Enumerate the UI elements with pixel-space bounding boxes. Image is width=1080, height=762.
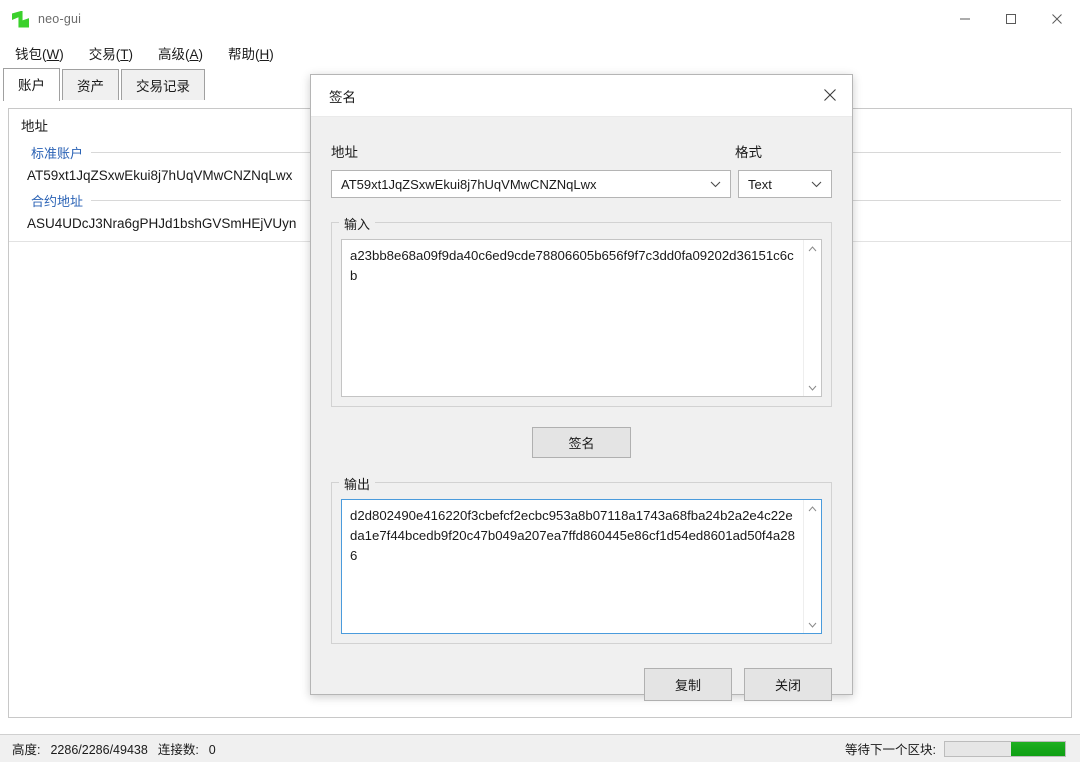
neo-logo-icon [12, 10, 29, 28]
menu-item-advanced-accel: A [189, 47, 199, 62]
menu-item-transaction[interactable]: 交易(T) [79, 40, 143, 66]
close-icon[interactable] [1034, 0, 1080, 38]
close-button[interactable]: 关闭 [744, 668, 832, 701]
chevron-down-icon [811, 175, 822, 193]
scroll-up-icon[interactable] [804, 500, 821, 517]
format-select-value: Text [748, 176, 772, 192]
neo-gui-window: neo-gui 钱包(W) 交易(T) 高级(A) 帮助(H) 账户 资产 交易… [0, 0, 1080, 762]
input-textarea-value: a23bb8e68a09f9da40c6ed9cde78806605b656f9… [350, 248, 794, 283]
status-peers-label: 连接数: [157, 743, 199, 757]
menu-item-wallet[interactable]: 钱包(W) [5, 40, 74, 66]
minimize-icon[interactable] [942, 0, 988, 38]
maximize-icon[interactable] [988, 0, 1034, 38]
dialog-field-row: AT59xt1JqZSxwEkui8j7hUqVMwCNZNqLwx Text [331, 170, 832, 198]
sync-progress-fill [1011, 741, 1065, 756]
output-scrollbar[interactable] [803, 500, 821, 633]
input-group: 输入 a23bb8e68a09f9da40c6ed9cde78806605b65… [331, 214, 832, 407]
sign-button[interactable]: 签名 [532, 427, 631, 458]
menu-item-wallet-text: 钱包 [15, 47, 42, 62]
menu-item-help-accel: H [259, 47, 270, 62]
window-controls [942, 0, 1080, 38]
dialog-body: 地址 格式 AT59xt1JqZSxwEkui8j7hUqVMwCNZNqLwx… [311, 141, 852, 701]
copy-button[interactable]: 复制 [644, 668, 732, 701]
address-select[interactable]: AT59xt1JqZSxwEkui8j7hUqVMwCNZNqLwx [331, 170, 731, 198]
scroll-down-icon[interactable] [804, 379, 821, 396]
tab-accounts[interactable]: 账户 [3, 68, 60, 101]
account-group-contract-label: 合约地址 [31, 194, 84, 209]
status-sync: 等待下一个区块: [845, 739, 1066, 758]
status-height: 高度: 2286/2286/49438 连接数: 0 [12, 739, 216, 758]
format-label: 格式 [735, 145, 762, 160]
status-bar: 高度: 2286/2286/49438 连接数: 0 等待下一个区块: [0, 734, 1080, 762]
scroll-down-icon[interactable] [804, 616, 821, 633]
dialog-close-icon[interactable] [808, 75, 852, 115]
menu-item-advanced-text: 高级 [158, 47, 185, 62]
status-peers-value: 0 [208, 743, 216, 757]
status-sync-label: 等待下一个区块: [845, 743, 936, 757]
dialog-title-bar: 签名 [311, 75, 852, 117]
output-textarea[interactable]: d2d802490e416220f3cbefcf2ecbc953a8b07118… [341, 499, 822, 634]
menu-bar: 钱包(W) 交易(T) 高级(A) 帮助(H) [0, 38, 1080, 68]
sign-button-row: 签名 [331, 427, 832, 458]
dialog-button-row: 复制 关闭 [331, 668, 832, 701]
output-textarea-value: d2d802490e416220f3cbefcf2ecbc953a8b07118… [350, 508, 795, 563]
menu-item-advanced[interactable]: 高级(A) [148, 40, 213, 66]
input-textarea[interactable]: a23bb8e68a09f9da40c6ed9cde78806605b656f9… [341, 239, 822, 397]
sign-dialog: 签名 地址 格式 AT59xt1JqZSxwEkui8j7hUqVMwCNZNq… [310, 74, 853, 701]
menu-item-transaction-accel: T [120, 47, 129, 62]
menu-item-wallet-accel: W [46, 47, 60, 62]
address-select-value: AT59xt1JqZSxwEkui8j7hUqVMwCNZNqLwx [341, 176, 597, 192]
format-select[interactable]: Text [738, 170, 832, 198]
address-label: 地址 [331, 145, 358, 160]
tab-transactions[interactable]: 交易记录 [121, 69, 205, 101]
status-height-value: 2286/2286/49438 [50, 743, 148, 757]
menu-item-transaction-text: 交易 [88, 47, 116, 62]
output-group: 输出 d2d802490e416220f3cbefcf2ecbc953a8b07… [331, 474, 832, 644]
title-bar: neo-gui [0, 0, 1080, 39]
status-height-label: 高度: [12, 743, 41, 757]
dialog-field-labels: 地址 格式 [331, 141, 832, 161]
input-group-label: 输入 [339, 214, 376, 233]
sync-progress-bar [944, 740, 1066, 757]
menu-item-help-text: 帮助 [228, 47, 256, 62]
output-group-label: 输出 [339, 474, 376, 493]
window-title: neo-gui [38, 12, 82, 26]
account-group-standard-label: 标准账户 [31, 146, 84, 161]
tab-assets[interactable]: 资产 [62, 69, 119, 101]
scroll-up-icon[interactable] [804, 240, 821, 257]
dialog-title: 签名 [329, 89, 356, 105]
input-scrollbar[interactable] [803, 240, 821, 396]
menu-item-help[interactable]: 帮助(H) [218, 40, 284, 66]
chevron-down-icon [710, 175, 721, 193]
